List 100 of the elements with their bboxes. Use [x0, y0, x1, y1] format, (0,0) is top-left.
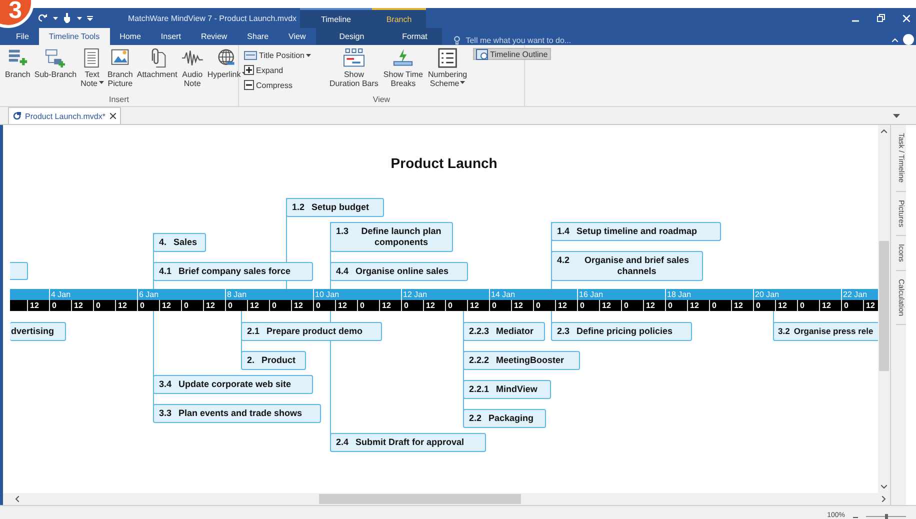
hour-label: 0: [665, 300, 687, 311]
timeline-branch[interactable]: 3.2 Organise press rele: [773, 322, 878, 341]
customize-icon[interactable]: [87, 16, 93, 20]
scroll-right-icon[interactable]: [882, 496, 886, 502]
ribbon-button[interactable]: Text Note: [80, 48, 105, 88]
mind-map-file-icon: [13, 112, 21, 120]
timeline-branch[interactable]: 1.3 Define launch plan components: [330, 222, 453, 252]
collapse-ribbon-icon[interactable]: [892, 38, 898, 42]
ribbon-button[interactable]: Branch Picture: [106, 48, 134, 88]
hour-label: 12: [819, 300, 841, 311]
hour-label: 12: [379, 300, 401, 311]
tell-me-field[interactable]: Tell me what you want to do...: [466, 36, 572, 45]
ribbon-button[interactable]: Sub-Branch: [33, 48, 78, 79]
timeline-branch[interactable]: 1.4 Setup timeline and roadmap: [551, 222, 721, 241]
ribbon-button[interactable]: Title Position: [243, 49, 312, 61]
ribbon-button[interactable]: Compress: [243, 79, 312, 91]
hour-label: 12: [423, 300, 445, 311]
hour-label: 0: [269, 300, 291, 311]
ribbon-tab[interactable]: View: [278, 28, 316, 45]
hour-label: 0: [709, 300, 731, 311]
close-icon[interactable]: [110, 113, 116, 119]
caret-icon[interactable]: [893, 114, 900, 118]
document-tab[interactable]: Product Launch.mvdx*: [8, 107, 120, 124]
timeline-branch[interactable]: 2.2.3 Mediator: [463, 322, 545, 341]
ribbon-tab[interactable]: Review: [190, 28, 238, 45]
minus-icon: [244, 80, 254, 90]
restore-icon[interactable]: [877, 14, 885, 22]
horizontal-scrollbar[interactable]: [3, 493, 890, 505]
hour-label: 0: [577, 300, 599, 311]
hour-label: 12: [203, 300, 225, 311]
hour-label: 12: [291, 300, 313, 311]
ribbon-button[interactable]: Audio Note: [180, 48, 204, 88]
scroll-down-icon[interactable]: [881, 485, 888, 489]
timeline-branch[interactable]: 2.3 Define pricing policies: [551, 322, 692, 341]
timeline-branch[interactable]: 3.3 Plan events and trade shows: [153, 404, 321, 423]
hour-label: 12: [335, 300, 357, 311]
ribbon-tab[interactable]: Share: [237, 28, 279, 45]
help-icon[interactable]: [903, 34, 914, 45]
hour-label: 12: [467, 300, 489, 311]
window-title: MatchWare MindView 7 - Product Launch.mvdx: [128, 14, 298, 22]
ribbon-toggle-button[interactable]: Timeline Outline: [473, 48, 551, 60]
ribbon-tab[interactable]: Insert: [150, 28, 191, 45]
timeline-branch[interactable]: 2. Product: [241, 351, 306, 370]
ribbon-tab[interactable]: File: [0, 28, 39, 45]
slider-thumb[interactable]: [885, 514, 888, 519]
ribbon-tab[interactable]: Format: [388, 28, 442, 45]
timeline-branch[interactable]: 4.2 Organise and brief sales channels: [551, 251, 703, 281]
hand-pointer-icon[interactable]: [63, 13, 71, 23]
hour-label: 12: [27, 300, 49, 311]
timeline-branch[interactable]: 3.4 Update corporate web site: [153, 375, 313, 394]
caret-icon: [77, 16, 82, 20]
ribbon-button[interactable]: Numbering Scheme: [427, 48, 468, 88]
hour-label: 0: [489, 300, 511, 311]
hour-label: 12: [247, 300, 269, 311]
ribbon-tab[interactable]: Home: [110, 28, 151, 45]
branch-icon: [6, 48, 29, 68]
timeline-branch[interactable]: 2.2.1 MindView: [463, 380, 551, 399]
timeline-branch[interactable]: 2.4 Submit Draft for approval: [330, 433, 486, 452]
sub-branch-icon: [44, 48, 66, 68]
hour-label: 0: [797, 300, 819, 311]
timeline-branch[interactable]: 2.2.2 MeetingBooster: [463, 351, 580, 370]
hour-label: 12: [687, 300, 709, 311]
vertical-scrollbar[interactable]: [878, 125, 890, 493]
redo-icon[interactable]: [38, 14, 47, 22]
picture-icon: [109, 48, 132, 68]
hour-label: 0: [49, 300, 71, 311]
duration-bars-icon: [342, 48, 365, 68]
hour-label: 0: [533, 300, 555, 311]
hour-label: 12: [115, 300, 137, 311]
timeline-branch[interactable]: 2.1 Prepare product demo: [241, 322, 382, 341]
hour-label: 12: [555, 300, 577, 311]
timeline-branch[interactable]: 1.2 Setup budget: [286, 198, 384, 217]
numbering-icon: [436, 48, 459, 68]
timeline-branch[interactable]: 4.1 Brief company sales force: [153, 262, 313, 281]
timeline-branch[interactable]: 4. Sales: [153, 233, 206, 252]
ribbon-button[interactable]: Show Duration Bars: [328, 48, 380, 88]
hour-label: 12: [599, 300, 621, 311]
ribbon-button[interactable]: Attachment: [136, 48, 178, 79]
caret-icon: [53, 16, 58, 20]
scroll-up-icon[interactable]: [881, 129, 888, 133]
ribbon-button[interactable]: Branch: [4, 48, 32, 79]
ribbon-tab[interactable]: Design: [316, 28, 388, 45]
hour-label: 12: [643, 300, 665, 311]
group-label: Insert: [108, 95, 130, 106]
hour-label: 0: [445, 300, 467, 311]
zoom-out-icon[interactable]: [853, 516, 858, 519]
timeline-branch[interactable]: dvertising: [10, 322, 66, 341]
waveform-icon: [181, 48, 204, 68]
hour-label: 0: [225, 300, 247, 311]
title-position-icon: [244, 50, 257, 60]
timeline-branch[interactable]: 2.2 Packaging: [463, 409, 546, 428]
scroll-left-icon[interactable]: [15, 496, 19, 502]
hour-label: 0: [753, 300, 775, 311]
ribbon-button[interactable]: Show Time Breaks: [382, 48, 424, 88]
hour-label: 12: [71, 300, 93, 311]
plus-icon: [244, 65, 254, 75]
ribbon-tab[interactable]: Timeline Tools: [38, 28, 110, 45]
hour-label: 0: [313, 300, 335, 311]
step-number: 3: [8, 0, 22, 23]
timeline-branch[interactable]: 4.4 Organise online sales: [330, 262, 468, 281]
